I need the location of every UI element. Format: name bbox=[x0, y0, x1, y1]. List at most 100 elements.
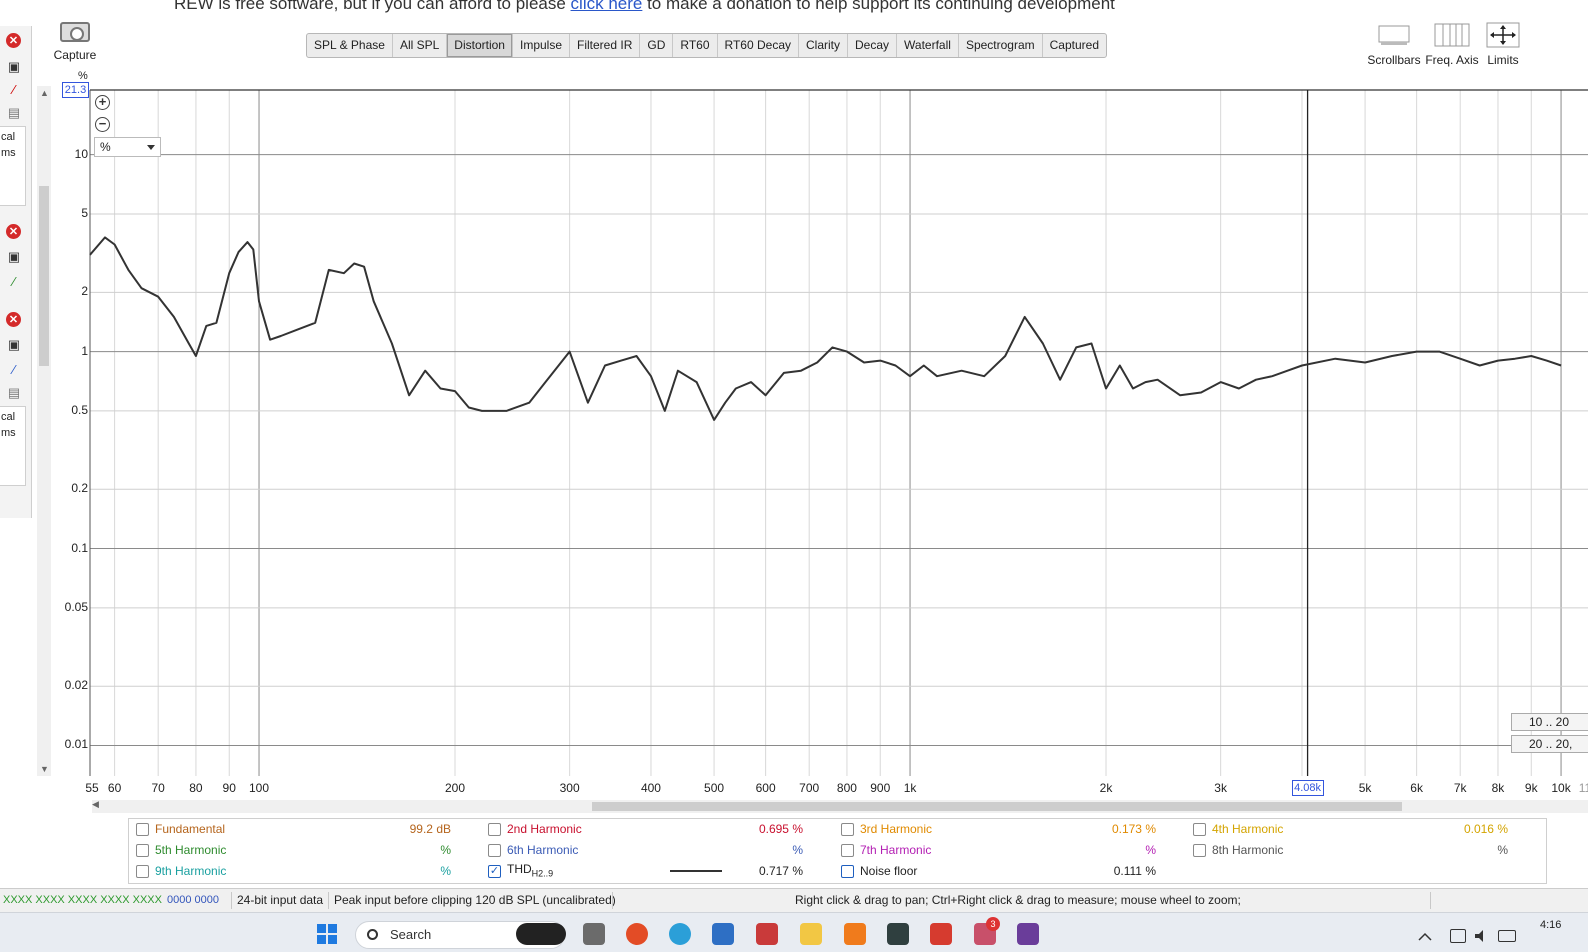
legend-value: 99.2 dB bbox=[409, 822, 451, 836]
y-tick-label: 0.02 bbox=[64, 678, 88, 693]
edge-icon[interactable] bbox=[669, 923, 691, 945]
legend-h3[interactable]: 3rd Harmonic 0.173 % bbox=[841, 819, 1161, 839]
x-tick-label: 90 bbox=[222, 781, 236, 795]
volume-icon[interactable] bbox=[1474, 929, 1490, 943]
legend-noise-floor[interactable]: Noise floor 0.111 % bbox=[841, 861, 1161, 881]
legend-h2[interactable]: 2nd Harmonic 0.695 % bbox=[488, 819, 808, 839]
legend-thd[interactable]: ✓ THDH2..9 0.717 % bbox=[488, 861, 808, 881]
fundamental-checkbox[interactable] bbox=[136, 823, 149, 836]
peak-input-status: Peak input before clipping 120 dB SPL (u… bbox=[334, 893, 616, 907]
x-cursor-readout: 4.08k bbox=[1291, 780, 1324, 796]
battery-icon[interactable] bbox=[1498, 930, 1516, 942]
h3-checkbox[interactable] bbox=[841, 823, 854, 836]
x-tick-label: 1k bbox=[903, 781, 917, 795]
y-tick-label: 0.2 bbox=[71, 481, 88, 496]
legend-label: Noise floor bbox=[860, 864, 918, 878]
y-tick-label: 5 bbox=[81, 205, 88, 220]
legend-label: Fundamental bbox=[155, 822, 226, 836]
h6-checkbox[interactable] bbox=[488, 844, 501, 857]
legend-value: 0.173 % bbox=[1111, 822, 1156, 836]
y-tick-label: 10 bbox=[74, 146, 88, 161]
legend-value: % bbox=[1497, 843, 1508, 857]
zoom-out-icon[interactable]: − bbox=[95, 117, 110, 132]
thd-label: THD bbox=[507, 862, 532, 876]
legend-label: 8th Harmonic bbox=[1212, 843, 1284, 857]
horizontal-scrollbar[interactable]: ◀ bbox=[92, 799, 1588, 813]
legend-h8[interactable]: 8th Harmonic % bbox=[1193, 840, 1513, 860]
scroll-thumb[interactable] bbox=[592, 802, 1402, 811]
app-icon[interactable] bbox=[756, 923, 778, 945]
h5-checkbox[interactable] bbox=[136, 844, 149, 857]
x-tick-label: 70 bbox=[151, 781, 165, 795]
range-button-2[interactable]: 20 .. 20, bbox=[1511, 735, 1588, 753]
h2-checkbox[interactable] bbox=[488, 823, 501, 836]
chevron-up-icon[interactable] bbox=[1418, 929, 1432, 943]
unit-select[interactable]: % bbox=[94, 137, 161, 157]
legend-h6[interactable]: 6th Harmonic % bbox=[488, 840, 808, 860]
app-icon[interactable] bbox=[844, 923, 866, 945]
h9-checkbox[interactable] bbox=[136, 865, 149, 878]
h4-checkbox[interactable] bbox=[1193, 823, 1206, 836]
legend-h5[interactable]: 5th Harmonic % bbox=[136, 840, 456, 860]
chrome-icon[interactable] bbox=[626, 923, 648, 945]
x-tick-label: 7k bbox=[1453, 781, 1467, 795]
x-tick-label: 10k bbox=[1551, 781, 1571, 795]
legend-label: 6th Harmonic bbox=[507, 843, 579, 857]
network-icon[interactable] bbox=[1450, 929, 1466, 943]
trace-legend: Fundamental 99.2 dB 2nd Harmonic 0.695 %… bbox=[128, 818, 1547, 884]
x-tick-label: 5k bbox=[1358, 781, 1372, 795]
y-tick-label: 0.1 bbox=[71, 540, 88, 555]
scroll-left-icon[interactable]: ◀ bbox=[92, 799, 99, 810]
y-tick-label: 2 bbox=[81, 284, 88, 299]
app-icon[interactable] bbox=[887, 923, 909, 945]
thd-line-sample bbox=[670, 870, 722, 872]
legend-label: 3rd Harmonic bbox=[860, 822, 933, 836]
x-tick-label: 60 bbox=[107, 781, 122, 795]
legend-h7[interactable]: 7th Harmonic % bbox=[841, 840, 1161, 860]
legend-label: 5th Harmonic bbox=[155, 843, 227, 857]
input-level-meter: XXXX XXXX XXXX XXXX XXXX bbox=[3, 894, 162, 906]
task-view-icon[interactable] bbox=[583, 923, 605, 945]
x-tick-label: 3k bbox=[1214, 781, 1227, 795]
rew-icon[interactable] bbox=[1017, 923, 1039, 945]
x-tick-label: 6k bbox=[1410, 781, 1423, 795]
rew-window: REW is free software, but if you can aff… bbox=[0, 0, 1588, 952]
clock[interactable]: 4:16 bbox=[1540, 919, 1561, 931]
windows-start-icon[interactable] bbox=[316, 923, 338, 945]
legend-fundamental[interactable]: Fundamental 99.2 dB bbox=[136, 819, 456, 839]
y-tick-label: 0.05 bbox=[64, 599, 88, 614]
legend-value: 0.111 % bbox=[1113, 864, 1156, 878]
x-tick-label: 55 bbox=[85, 781, 99, 795]
slack-icon[interactable]: 3 bbox=[974, 917, 1000, 945]
x-tick-label: 9k bbox=[1524, 781, 1538, 795]
h8-checkbox[interactable] bbox=[1193, 844, 1206, 857]
legend-label: 4th Harmonic bbox=[1212, 822, 1284, 836]
distortion-graph[interactable] bbox=[0, 0, 1588, 800]
file-explorer-icon[interactable] bbox=[800, 923, 822, 945]
search-placeholder: Search bbox=[390, 927, 432, 942]
x-tick-label: 11k bbox=[1578, 781, 1588, 795]
legend-h9[interactable]: 9th Harmonic % bbox=[136, 861, 456, 881]
x-tick-label: 500 bbox=[704, 781, 725, 795]
legend-value: 0.717 % bbox=[758, 864, 803, 878]
x-tick-label: 8k bbox=[1491, 781, 1505, 795]
zoom-in-icon[interactable]: + bbox=[95, 95, 110, 110]
store-icon[interactable] bbox=[712, 923, 734, 945]
input-level-meter-blue: 0000 0000 bbox=[167, 894, 219, 906]
legend-h4[interactable]: 4th Harmonic 0.016 % bbox=[1193, 819, 1513, 839]
legend-value: % bbox=[440, 843, 451, 857]
thd-subscript: H2..9 bbox=[531, 868, 554, 879]
legend-value: % bbox=[1145, 843, 1156, 857]
noise-floor-checkbox[interactable] bbox=[841, 865, 854, 878]
app-icon[interactable] bbox=[930, 923, 952, 945]
divider bbox=[612, 892, 613, 909]
y-cursor-readout: 21.3 bbox=[62, 82, 89, 98]
range-button-1[interactable]: 10 .. 20 bbox=[1511, 713, 1588, 731]
thd-checkbox[interactable]: ✓ bbox=[488, 865, 501, 878]
dmc-icon[interactable] bbox=[516, 923, 566, 945]
legend-label: 2nd Harmonic bbox=[507, 822, 582, 836]
h7-checkbox[interactable] bbox=[841, 844, 854, 857]
x-tick-label: 200 bbox=[444, 781, 466, 795]
y-tick-label: 0.01 bbox=[64, 737, 88, 752]
notification-badge: 3 bbox=[986, 917, 1000, 931]
